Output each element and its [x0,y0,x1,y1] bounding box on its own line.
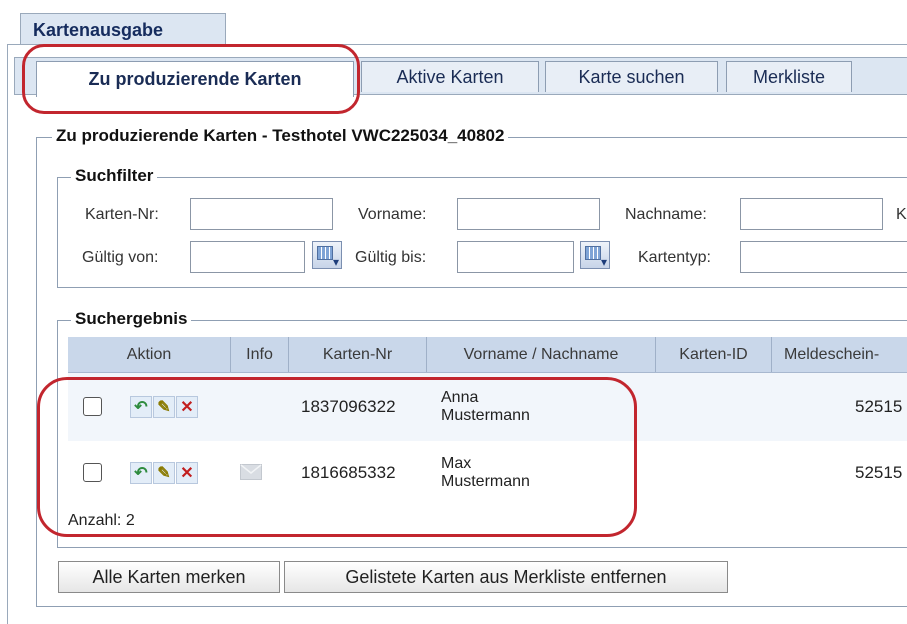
nachname-input[interactable] [740,198,883,230]
kartentyp-label: Kartentyp: [638,249,711,266]
column-karten-nr[interactable]: Karten-Nr [289,337,427,372]
vorname-input[interactable] [457,198,600,230]
gueltig-von-label: Gültig von: [82,249,159,266]
rows-highlight [37,377,637,537]
tab-highlight [22,44,360,114]
column-label: Karten-ID [679,345,748,363]
karten-nr-input[interactable] [190,198,333,230]
gueltig-bis-label: Gültig bis: [355,249,427,266]
calendar-icon[interactable] [580,241,610,269]
remember-all-button[interactable]: Alle Karten merken [58,561,280,593]
button-label: Alle Karten merken [92,566,246,587]
nachname-label: Nachname: [625,206,707,223]
column-aktion[interactable]: Aktion [68,337,231,372]
column-label: Vorname / Nachname [463,345,619,363]
column-meldeschein[interactable]: Meldeschein- [772,337,907,372]
column-label: Aktion [126,345,172,363]
tab-label: Merkliste [752,66,825,87]
meldeschein-cell: 52515 [855,463,903,482]
tab-aktive-karten[interactable]: Aktive Karten [361,61,539,92]
calendar-icon[interactable] [312,241,342,269]
column-info[interactable]: Info [231,337,289,372]
window-tab: Kartenausgabe [20,13,226,44]
tab-karte-suchen[interactable]: Karte suchen [545,61,718,92]
remove-listed-button[interactable]: Gelistete Karten aus Merkliste entfernen [284,561,728,593]
results-title: Suchergebnis [71,309,192,329]
gueltig-bis-input[interactable] [457,241,574,273]
gueltig-von-input[interactable] [190,241,305,273]
window-title: Kartenausgabe [33,20,164,40]
column-label: Info [246,345,273,363]
column-karten-id[interactable]: Karten-ID [656,337,772,372]
column-label: Karten-Nr [322,345,393,363]
tab-merkliste[interactable]: Merkliste [726,61,852,92]
meldeschein-cell: 52515 [855,397,903,416]
tab-label: Aktive Karten [396,66,504,87]
section-title: Zu produzierende Karten - Testhotel VWC2… [52,126,509,146]
truncated-label: K [896,206,907,223]
column-label: Meldeschein- [784,345,880,363]
karten-nr-label: Karten-Nr: [85,206,159,223]
tab-label: Karte suchen [578,66,685,87]
vorname-label: Vorname: [358,206,427,223]
button-label: Gelistete Karten aus Merkliste entfernen [345,566,667,587]
filter-title: Suchfilter [71,166,158,186]
column-name[interactable]: Vorname / Nachname [427,337,656,372]
kartentyp-select[interactable] [740,241,907,273]
